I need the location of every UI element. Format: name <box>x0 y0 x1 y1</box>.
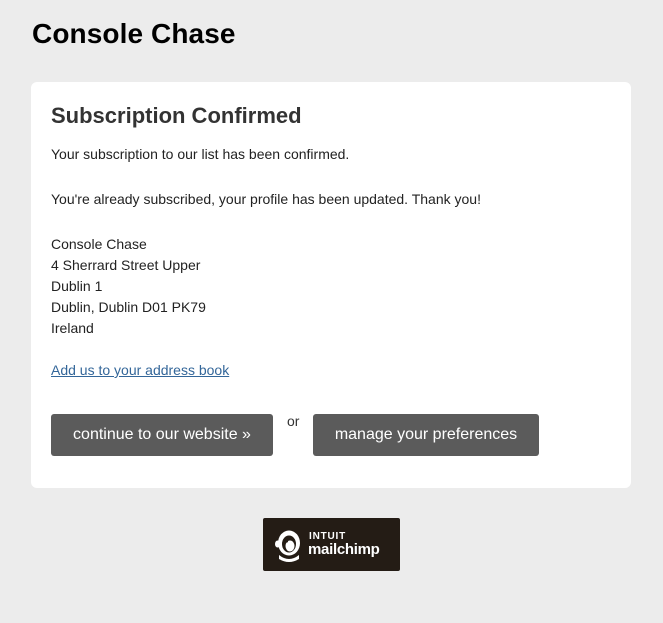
address-line-street: 4 Sherrard Street Upper <box>51 257 201 273</box>
address-line-city: Dublin, Dublin D01 PK79 <box>51 299 206 315</box>
add-to-address-book-link[interactable]: Add us to your address book <box>51 360 229 381</box>
mailchimp-badge[interactable]: INTUIT mailchimp <box>263 518 400 571</box>
confirmation-message: Your subscription to our list has been c… <box>51 146 350 162</box>
site-title: Console Chase <box>32 18 236 49</box>
address-line-country: Ireland <box>51 320 94 336</box>
postal-address: Console Chase 4 Sherrard Street Upper Du… <box>51 234 206 339</box>
address-line-company: Console Chase <box>51 236 147 252</box>
badge-mailchimp-text: mailchimp <box>308 541 380 558</box>
confirmation-card: Subscription Confirmed Your subscription… <box>31 82 631 488</box>
or-separator: or <box>287 413 300 429</box>
confirmation-detail: You're already subscribed, your profile … <box>51 191 481 207</box>
manage-preferences-button[interactable]: manage your preferences <box>313 414 539 456</box>
address-line-district: Dublin 1 <box>51 278 103 294</box>
continue-to-website-button[interactable]: continue to our website » <box>51 414 273 456</box>
confirmation-heading: Subscription Confirmed <box>51 103 302 128</box>
mailchimp-freddie-icon <box>275 530 300 562</box>
